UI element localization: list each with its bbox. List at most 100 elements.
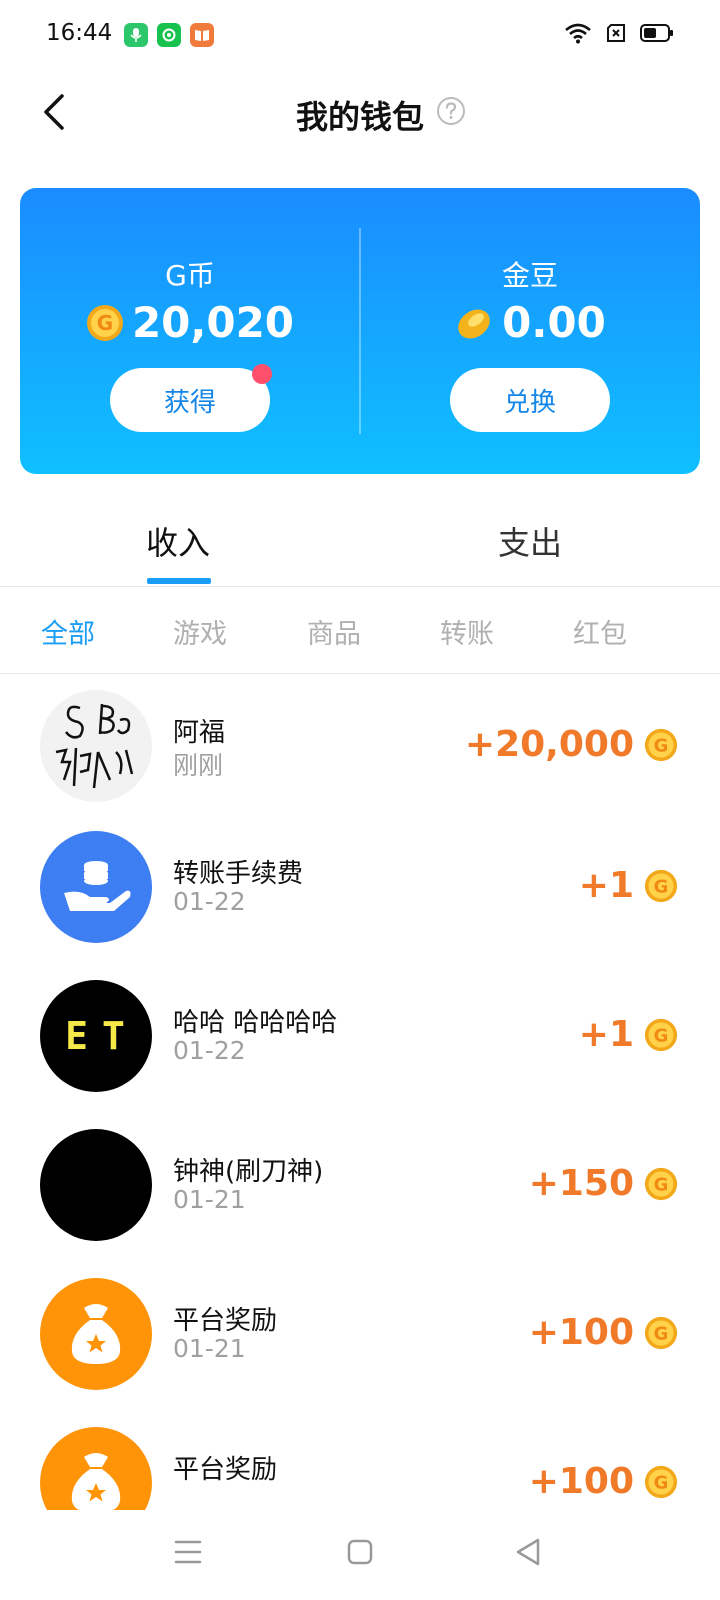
money-bag-icon [71, 1453, 121, 1510]
transaction-date: 01-22 [173, 1036, 246, 1065]
svg-text:G: G [654, 735, 669, 756]
transaction-amount-group: +150 G [529, 1163, 678, 1204]
transaction-amount: +1 [578, 1014, 634, 1055]
filter-tabs: 全部 游戏 商品 转账 红包 [0, 608, 720, 658]
microphone-app-icon [124, 23, 148, 47]
bean-label: 金豆 [501, 259, 558, 292]
transaction-row[interactable]: 阿福 刚刚 +20,000 G [0, 690, 720, 810]
gcoin-icon: G [644, 1167, 678, 1200]
status-bar: 16:44 [0, 0, 720, 72]
notification-dot [252, 364, 272, 384]
question-icon [437, 97, 465, 125]
transaction-amount: +20,000 [464, 724, 634, 765]
nav-bar: 我的钱包 [0, 72, 720, 152]
transaction-row[interactable]: 平台奖励 01-21 +100 G [0, 1278, 720, 1398]
status-app-icons [124, 23, 214, 47]
menu-icon [174, 1540, 202, 1564]
bean-amount: 0.00 [502, 298, 606, 347]
filter-divider [0, 673, 720, 674]
avatar: ET [40, 980, 152, 1092]
main-tabs: 收入 支出 [0, 498, 720, 588]
transaction-amount: +100 [528, 1312, 634, 1353]
filter-redpacket[interactable]: 红包 [540, 612, 660, 651]
avatar [40, 690, 152, 802]
transaction-amount-group: +20,000 G [465, 724, 678, 765]
transaction-amount-group: +100 G [529, 1461, 678, 1502]
menu-button[interactable] [168, 1532, 208, 1572]
bean-icon [458, 309, 490, 338]
transaction-row[interactable]: 钟神(刷刀神) 01-21 +150 G [0, 1129, 720, 1249]
transaction-list[interactable]: 阿福 刚刚 +20,000 G 转账手续费 01-22 +1 G ET 哈哈 哈… [0, 690, 720, 1510]
transaction-amount-group: +1 G [579, 865, 678, 906]
gcoin-icon: G [644, 1316, 678, 1349]
home-icon [347, 1539, 373, 1565]
avatar-text: ET [65, 1014, 139, 1058]
tab-income[interactable]: 收入 [78, 518, 278, 564]
gcoin-section: G币 G 20,020 获得 [20, 188, 360, 474]
filter-games[interactable]: 游戏 [140, 612, 260, 651]
avatar [40, 1427, 152, 1510]
exchange-button-label: 兑换 [503, 387, 556, 418]
triangle-back-icon [516, 1538, 540, 1566]
avatar [40, 1129, 152, 1241]
tabs-divider [0, 586, 720, 587]
gcoin-amount: 20,020 [131, 298, 295, 347]
avatar [40, 1278, 152, 1390]
battery-icon [640, 24, 673, 42]
transaction-name: 钟神(刷刀神) [173, 1157, 324, 1187]
status-indicators [564, 22, 674, 44]
transaction-row[interactable]: 平台奖励 +100 G [0, 1427, 720, 1510]
svg-text:G: G [97, 311, 113, 335]
filter-all[interactable]: 全部 [8, 612, 128, 651]
coin-hand-icon [64, 861, 131, 911]
transaction-name: 转账手续费 [173, 859, 304, 889]
wifi-icon [565, 23, 591, 44]
transaction-name: 平台奖励 [173, 1306, 278, 1336]
bean-amount-row: 0.00 [360, 298, 700, 347]
gcoin-icon: G [644, 728, 678, 761]
gcoin-icon: G [644, 1018, 678, 1051]
camera-app-icon [157, 23, 181, 47]
transaction-name: 平台奖励 [173, 1455, 278, 1485]
home-button[interactable] [340, 1532, 380, 1572]
tab-expense[interactable]: 支出 [430, 518, 630, 564]
book-app-icon [190, 23, 214, 47]
help-button[interactable] [436, 96, 466, 126]
transaction-date: 刚刚 [173, 751, 224, 780]
back-nav-button[interactable] [508, 1532, 548, 1572]
transaction-amount-group: +1 G [579, 1014, 678, 1055]
transaction-amount: +1 [578, 865, 634, 906]
transaction-amount: +100 [528, 1461, 634, 1502]
filter-transfer[interactable]: 转账 [407, 612, 527, 651]
gcoin-icon: G [86, 304, 123, 341]
filter-goods[interactable]: 商品 [274, 612, 394, 651]
active-tab-indicator [147, 578, 211, 584]
transaction-row[interactable]: ET 哈哈 哈哈哈哈 01-22 +1 G [0, 980, 720, 1100]
system-nav-bar [0, 1510, 720, 1600]
transaction-date: 01-21 [173, 1185, 246, 1214]
svg-text:G: G [654, 1472, 669, 1493]
transaction-amount: +150 [528, 1163, 634, 1204]
page-title: 我的钱包 [295, 98, 424, 136]
status-time: 16:44 [46, 20, 113, 46]
transaction-name: 阿福 [173, 718, 226, 748]
money-bag-icon [71, 1304, 121, 1364]
transaction-date: 01-21 [173, 1334, 246, 1363]
transaction-amount-group: +100 G [529, 1312, 678, 1353]
gcoin-label: G币 [165, 259, 215, 292]
bean-section: 金豆 0.00 兑换 [360, 188, 700, 474]
avatar [40, 831, 152, 943]
get-gcoin-button-label: 获得 [163, 387, 216, 418]
svg-text:G: G [654, 1025, 669, 1046]
svg-text:G: G [654, 1323, 669, 1344]
transaction-row[interactable]: 转账手续费 01-22 +1 G [0, 831, 720, 951]
gcoin-amount-row: G 20,020 [20, 298, 360, 347]
svg-text:G: G [654, 876, 669, 897]
transaction-date: 01-22 [173, 887, 246, 916]
transaction-name: 哈哈 哈哈哈哈 [173, 1008, 338, 1038]
exchange-button[interactable]: 兑换 [450, 368, 610, 432]
wallet-card: G币 G 20,020 获得 金豆 0.00 兑换 [20, 188, 700, 474]
gcoin-icon: G [644, 869, 678, 902]
svg-text:G: G [654, 1174, 669, 1195]
get-gcoin-button[interactable]: 获得 [110, 364, 272, 432]
